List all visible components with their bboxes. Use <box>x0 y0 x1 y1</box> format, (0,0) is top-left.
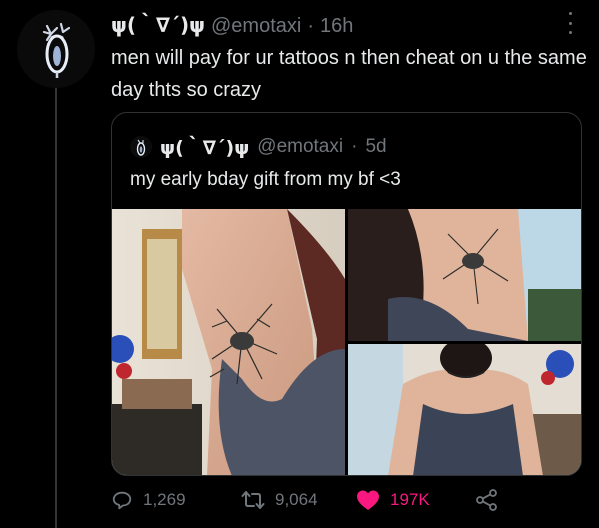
display-name[interactable]: ψ(｀∇´)ψ <box>111 9 205 38</box>
quoted-timestamp[interactable]: 5d <box>365 136 386 158</box>
quoted-tweet-text: my early bday gift from my bf <3 <box>130 169 401 190</box>
like-button[interactable]: 197K <box>356 486 430 514</box>
retweet-icon <box>241 491 265 509</box>
lantern-icon <box>17 10 95 88</box>
thread-line <box>55 86 57 528</box>
quoted-separator-dot: · <box>351 135 358 157</box>
full-body-photo-3[interactable] <box>348 344 581 475</box>
reply-icon <box>112 491 132 510</box>
separator-dot: · <box>307 15 314 37</box>
reply-count: 1,269 <box>143 490 186 509</box>
tweet[interactable]: ψ(｀∇´)ψ @emotaxi · 16h men will pay for … <box>0 0 599 528</box>
share-icon <box>476 489 497 511</box>
avatar[interactable] <box>17 10 95 88</box>
reply-button[interactable]: 1,269 <box>111 486 186 514</box>
action-bar: 1,269 9,064 197K <box>111 486 511 514</box>
tweet-text: men will pay for ur tattoos n then cheat… <box>111 47 587 101</box>
armpit-tattoo-photo-1[interactable] <box>112 209 345 475</box>
share-button[interactable] <box>475 486 499 514</box>
heart-icon <box>357 490 379 510</box>
quoted-handle[interactable]: @emotaxi <box>257 136 343 158</box>
like-count: 197K <box>390 490 430 509</box>
quoted-tweet[interactable]: ψ(｀∇´)ψ @emotaxi · 5d my early bday gift… <box>111 112 582 476</box>
quoted-avatar[interactable] <box>130 135 152 158</box>
more-options-icon[interactable] <box>563 12 577 34</box>
retweet-count: 9,064 <box>275 490 318 509</box>
media-grid <box>112 209 581 475</box>
handle[interactable]: @emotaxi <box>211 15 301 38</box>
tweet-header: ψ(｀∇´)ψ @emotaxi · 16h <box>111 9 559 38</box>
quoted-display-name[interactable]: ψ(｀∇´)ψ <box>160 133 249 160</box>
retweet-button[interactable]: 9,064 <box>241 486 318 514</box>
lantern-icon <box>136 139 146 156</box>
timestamp[interactable]: 16h <box>320 15 353 38</box>
quoted-tweet-header: ψ(｀∇´)ψ @emotaxi · 5d <box>130 133 569 160</box>
armpit-tattoo-photo-2[interactable] <box>348 209 581 341</box>
